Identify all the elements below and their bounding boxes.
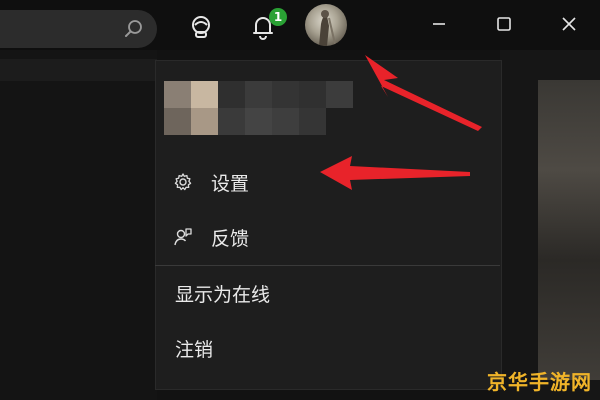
blurred-account-info [164, 79, 354, 139]
notification-badge: 1 [269, 8, 287, 26]
avatar[interactable] [305, 4, 347, 46]
content-strip [0, 59, 157, 81]
avatar-image [319, 10, 336, 46]
watermark: 京华手游网 [487, 370, 592, 394]
menu-item-label: 显示为在线 [175, 283, 271, 306]
maximize-icon[interactable] [490, 10, 518, 38]
gear-icon [174, 173, 192, 191]
menu-item-feedback[interactable]: 反馈 [155, 215, 500, 259]
copilot-icon[interactable] [186, 12, 216, 42]
menu-item-sign-out[interactable]: 注销 [155, 326, 500, 370]
title-bar: 1 [0, 0, 600, 50]
menu-divider [155, 265, 500, 266]
content-thumbnail [538, 80, 600, 380]
menu-item-label: 注销 [175, 338, 214, 361]
content-area-left [0, 50, 157, 400]
search-icon[interactable] [123, 18, 145, 40]
close-icon[interactable] [555, 10, 583, 38]
minimize-icon[interactable] [425, 10, 453, 38]
feedback-icon [174, 228, 192, 246]
menu-item-appear-online[interactable]: 显示为在线 [155, 271, 500, 315]
menu-item-settings[interactable]: 设置 [155, 160, 500, 204]
menu-item-label: 设置 [211, 172, 250, 195]
search-box[interactable] [0, 10, 157, 48]
content-area-right [500, 50, 600, 400]
menu-item-label: 反馈 [211, 227, 250, 250]
